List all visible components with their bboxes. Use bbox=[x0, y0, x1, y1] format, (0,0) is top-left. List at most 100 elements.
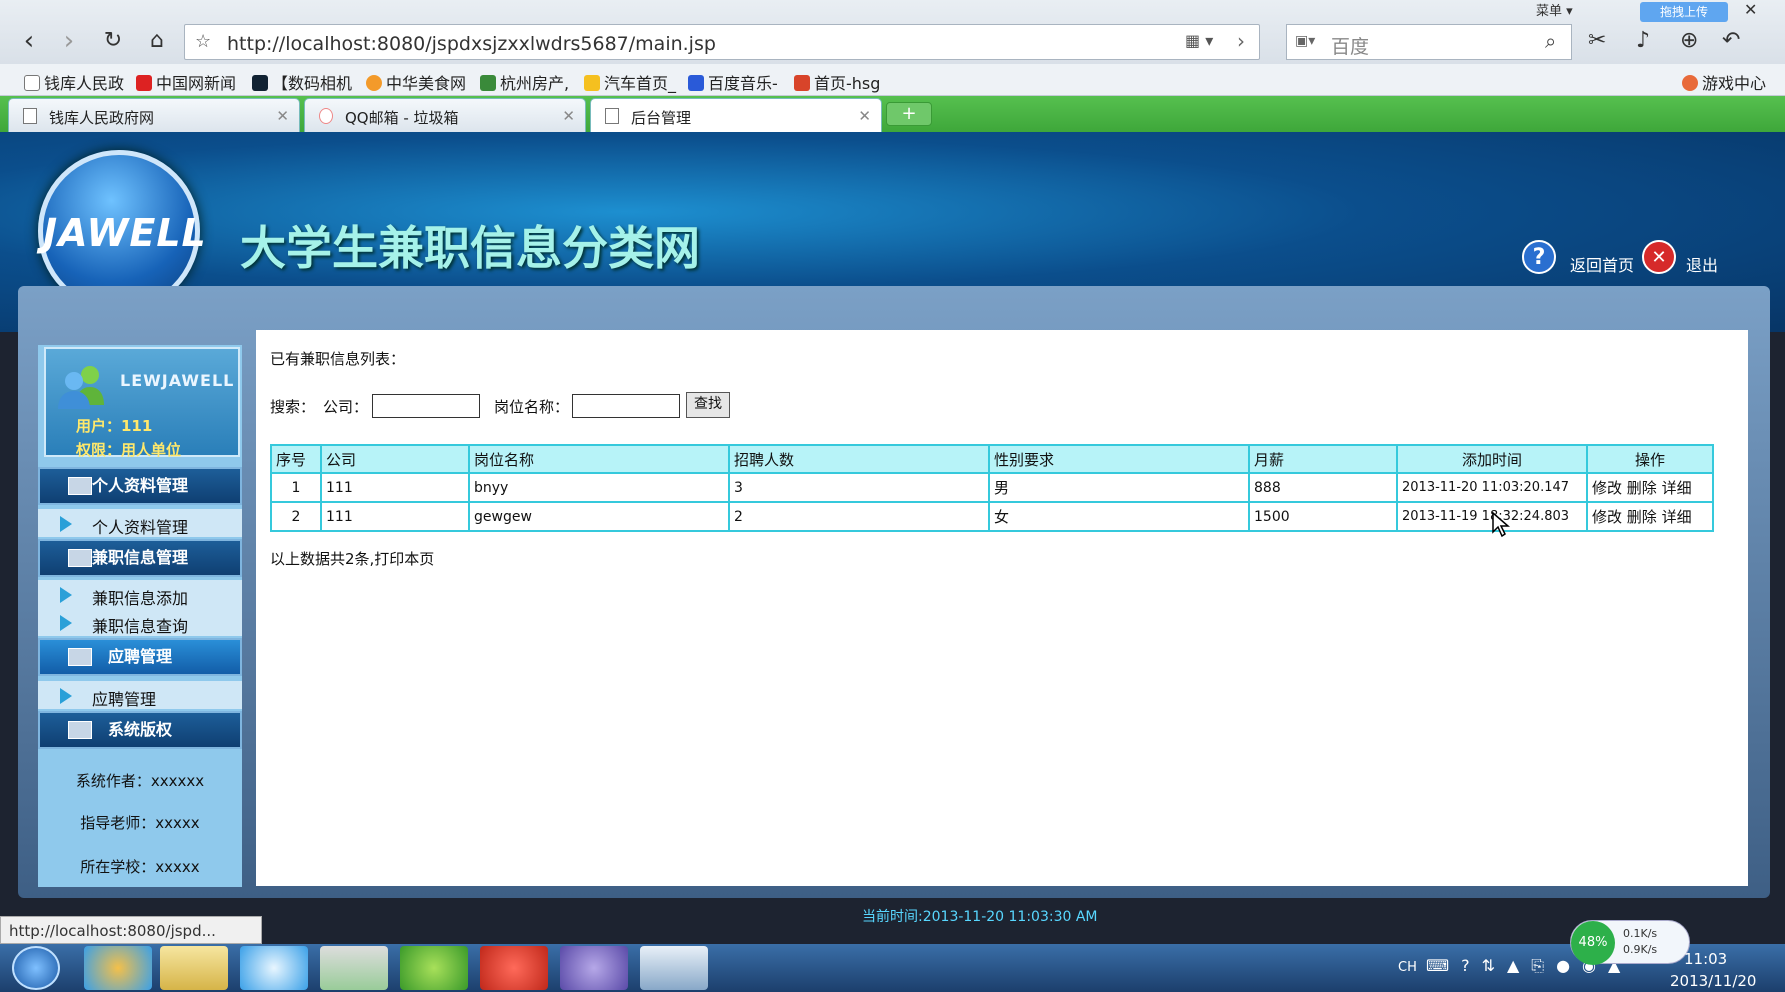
cell-gender: 男 bbox=[988, 472, 1250, 503]
search-box[interactable]: ▣▾ 百度 ⌕ bbox=[1286, 24, 1572, 60]
teacher-info: 指导老师：xxxxx bbox=[80, 814, 200, 832]
company-input[interactable] bbox=[372, 394, 480, 418]
download-icon[interactable]: ⊕ bbox=[1680, 28, 1698, 53]
app-red-icon[interactable] bbox=[480, 946, 548, 990]
input-language[interactable]: CH bbox=[1398, 960, 1417, 975]
role-label: 权限：用人单位 bbox=[76, 441, 182, 459]
tab-close-icon[interactable]: ✕ bbox=[562, 107, 575, 125]
cell-position: bnyy bbox=[468, 472, 730, 503]
detail-link[interactable]: 详细 bbox=[1662, 508, 1692, 526]
editor-app-icon[interactable] bbox=[320, 946, 388, 990]
bookmark-item[interactable]: 百度音乐- bbox=[688, 70, 778, 94]
logout-link[interactable]: 退出 bbox=[1686, 252, 1718, 276]
tab-close-icon[interactable]: ✕ bbox=[858, 107, 871, 125]
network-widget[interactable]: 48% 0.1K/s 0.9K/s bbox=[1570, 920, 1690, 965]
window-close-icon[interactable]: ✕ bbox=[1744, 0, 1757, 19]
position-input[interactable] bbox=[572, 394, 680, 418]
edit-link[interactable]: 修改 bbox=[1592, 479, 1622, 497]
start-button[interactable] bbox=[12, 946, 60, 990]
menu-item-profile[interactable]: 个人资料管理 bbox=[38, 509, 242, 537]
folder-icon bbox=[68, 477, 92, 495]
mouse-cursor-icon bbox=[1492, 512, 1510, 538]
find-button[interactable]: 查找 bbox=[686, 392, 730, 418]
menu-item-job-query[interactable]: 兼职信息查询 bbox=[38, 608, 242, 636]
taskbar-app-icon[interactable] bbox=[84, 946, 152, 990]
clock-time[interactable]: 11:03 bbox=[1684, 950, 1727, 968]
edit-link[interactable]: 修改 bbox=[1592, 508, 1622, 526]
bookmark-item[interactable]: 中国网新闻 bbox=[136, 70, 236, 94]
bookmark-item[interactable]: 中华美食网 bbox=[366, 70, 466, 94]
detail-link[interactable]: 详细 bbox=[1662, 479, 1692, 497]
logo-text: JAWELL bbox=[43, 211, 207, 255]
magnifier-icon[interactable]: ⌕ bbox=[1545, 29, 1556, 53]
upload-speed: 0.1K/s bbox=[1623, 927, 1658, 940]
tab-close-icon[interactable]: ✕ bbox=[276, 107, 289, 125]
bookmark-game-center[interactable]: 游戏中心 bbox=[1682, 70, 1766, 94]
cell-actions: 修改 删除 详细 bbox=[1586, 501, 1714, 532]
col-header: 岗位名称 bbox=[468, 444, 730, 474]
cell-time: 2013-11-20 11:03:20.147 bbox=[1396, 472, 1588, 503]
delete-link[interactable]: 删除 bbox=[1627, 508, 1657, 526]
tab-qianku[interactable]: 钱库人民政府网 ✕ bbox=[8, 98, 300, 132]
browser-menu-button[interactable]: 菜单 ▾ bbox=[1536, 0, 1573, 19]
tab-admin[interactable]: 后台管理 ✕ bbox=[590, 98, 882, 132]
col-header: 月薪 bbox=[1248, 444, 1398, 474]
col-header: 公司 bbox=[320, 444, 470, 474]
back-arrow-icon[interactable]: ‹ bbox=[14, 26, 44, 56]
user-box: LEWJAWELL 用户：111 权限：用人单位 bbox=[44, 347, 240, 459]
col-header: 操作 bbox=[1586, 444, 1714, 474]
menu-header-jobs[interactable]: 兼职信息管理 bbox=[38, 539, 242, 577]
delete-link[interactable]: 删除 bbox=[1627, 479, 1657, 497]
home-icon[interactable]: ⌂ bbox=[142, 26, 172, 56]
site-title: 大学生兼职信息分类网 bbox=[240, 221, 700, 275]
eclipse-icon[interactable] bbox=[560, 946, 628, 990]
logout-icon[interactable]: ✕ bbox=[1642, 240, 1676, 274]
address-bar[interactable]: ☆ http://localhost:8080/jspdxsjzxxlwdrs5… bbox=[184, 24, 1260, 60]
cell-company: 111 bbox=[320, 501, 470, 532]
help-icon[interactable]: ? bbox=[1522, 240, 1556, 274]
table-header-row: 序号 公司 岗位名称 招聘人数 性别要求 月薪 添加时间 操作 bbox=[270, 444, 1714, 474]
bookmark-item[interactable]: 杭州房产, bbox=[480, 70, 569, 94]
school-info: 所在学校：xxxxx bbox=[80, 858, 200, 876]
menu-header-profile[interactable]: 个人资料管理 bbox=[38, 467, 242, 505]
forward-arrow-icon[interactable]: › bbox=[54, 26, 84, 56]
scissors-icon[interactable]: ✂ bbox=[1588, 28, 1606, 53]
cell-gender: 女 bbox=[988, 501, 1250, 532]
tab-qqmail[interactable]: QQ邮箱 - 垃圾箱 ✕ bbox=[304, 98, 586, 132]
upload-button[interactable]: 拖拽上传 bbox=[1640, 2, 1728, 22]
bookmark-item[interactable]: 汽车首页_ bbox=[584, 70, 676, 94]
go-arrow-icon[interactable]: › bbox=[1237, 29, 1245, 53]
refresh-icon[interactable]: ↻ bbox=[98, 26, 128, 56]
dreamweaver-icon[interactable] bbox=[400, 946, 468, 990]
cell-count: 2 bbox=[728, 501, 990, 532]
tool-app-icon[interactable] bbox=[640, 946, 708, 990]
cell-salary: 1500 bbox=[1248, 501, 1398, 532]
browser-app-icon[interactable] bbox=[240, 946, 308, 990]
current-time: 当前时间:2013-11-20 11:03:30 AM bbox=[862, 909, 1098, 925]
cell-count: 3 bbox=[728, 472, 990, 503]
home-link[interactable]: 返回首页 bbox=[1570, 252, 1634, 276]
company-label: 公司： bbox=[323, 398, 369, 416]
bookmark-item[interactable]: 钱库人民政 bbox=[24, 70, 124, 94]
undo-icon[interactable]: ↶ bbox=[1722, 28, 1740, 53]
qr-icon[interactable]: ▦ ▾ bbox=[1185, 31, 1213, 50]
folder-icon bbox=[68, 549, 92, 567]
folder-icon bbox=[68, 721, 92, 739]
arrow-right-icon bbox=[60, 587, 72, 603]
cell-salary: 888 bbox=[1248, 472, 1398, 503]
menu-item-job-add[interactable]: 兼职信息添加 bbox=[38, 580, 242, 608]
menu-header-copyright[interactable]: 系统版权 bbox=[38, 711, 242, 749]
new-tab-button[interactable]: + bbox=[886, 102, 932, 126]
bookmark-item[interactable]: 【数码相机 bbox=[252, 70, 352, 94]
menu-header-applications[interactable]: 应聘管理 bbox=[38, 638, 242, 676]
clock-date[interactable]: 2013/11/20 bbox=[1670, 972, 1756, 990]
file-explorer-icon[interactable] bbox=[160, 946, 228, 990]
menu-item-applications[interactable]: 应聘管理 bbox=[38, 681, 242, 709]
search-label: 搜索： bbox=[270, 398, 316, 416]
search-engine-icon[interactable]: ▣▾ bbox=[1295, 33, 1315, 49]
search-placeholder: 百度 bbox=[1331, 36, 1370, 58]
col-header: 序号 bbox=[270, 444, 322, 474]
star-icon[interactable]: ☆ bbox=[195, 31, 211, 52]
speaker-icon[interactable]: ♪ bbox=[1636, 28, 1650, 53]
bookmark-item[interactable]: 首页-hsg bbox=[794, 70, 880, 94]
